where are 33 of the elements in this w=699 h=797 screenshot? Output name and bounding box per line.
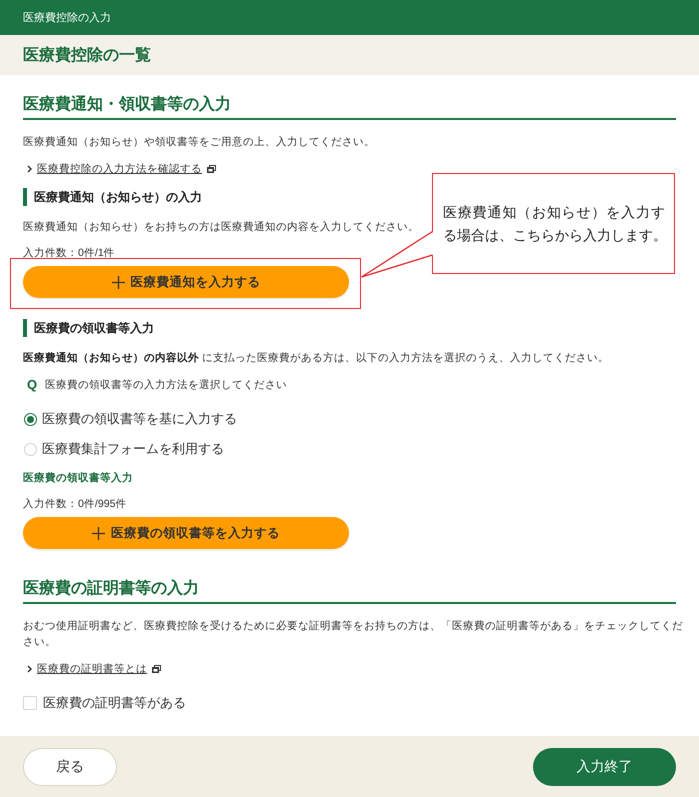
back-button[interactable]: 戻る xyxy=(23,748,117,786)
paragraph-text: おむつ使用証明書など、医療費控除を受けるために必要な証明書等をお持ちの方は、「医療費の証明書等がある」をチェックしてください。 xyxy=(23,619,684,650)
paragraph-text: 医療費通知（お知らせ）の内容以外 に支払った医療費がある方は、以下の入力方法を選択のうえ、入力してください。 xyxy=(23,350,609,366)
add-button[interactable]: 医療費の領収書等を入力する xyxy=(23,517,349,549)
plus-icon xyxy=(112,276,124,288)
header-title: 医療費控除の入力 xyxy=(23,11,111,25)
entry-count-text: 入力件数：0件/995件 xyxy=(23,497,127,512)
radio-label[interactable]: 医療費の領収書等を基に入力する xyxy=(42,409,237,429)
finish-button[interactable]: 入力終了 xyxy=(533,748,676,786)
section-heading: 医療費通知・領収書等の入力 xyxy=(23,95,676,120)
radio-button[interactable] xyxy=(24,412,37,426)
new-window-icon xyxy=(152,665,161,673)
subsection-heading: 医療費通知（お知らせ）の入力 xyxy=(23,188,204,206)
radio-label[interactable]: 医療費集計フォームを利用する xyxy=(42,439,224,459)
new-window-icon xyxy=(207,165,216,173)
entry-count-text: 入力件数：0件/1件 xyxy=(23,246,115,261)
checkbox[interactable] xyxy=(23,696,37,710)
section-heading: 医療費の証明書等の入力 xyxy=(23,579,676,604)
plus-icon xyxy=(92,526,105,540)
page-title: 医療費控除の一覧 xyxy=(23,45,151,66)
callout-text: 医療費通知（お知らせ）を入力する場合は、こちらから入力します。 xyxy=(443,202,668,244)
chevron-right-icon xyxy=(27,165,32,173)
subsection-heading: 医療費の領収書等入力 xyxy=(23,319,156,337)
question-mark-label: Q xyxy=(27,377,38,393)
question-text: 医療費の領収書等の入力方法を選択してください xyxy=(45,378,288,393)
paragraph-text: 医療費通知（お知らせ）をお持ちの方は医療費通知の内容を入力してください。 xyxy=(23,220,419,235)
help-link[interactable]: 医療費控除の入力方法を確認する xyxy=(37,161,202,177)
field-label: 医療費の領収書等入力 xyxy=(23,471,133,486)
chevron-right-icon xyxy=(27,665,32,673)
add-button[interactable]: 医療費通知を入力する xyxy=(23,266,349,298)
paragraph-text: 医療費通知（お知らせ）や領収書等をご用意の上、入力してください。 xyxy=(23,135,375,150)
help-link[interactable]: 医療費の証明書等とは xyxy=(37,661,147,677)
checkbox-label[interactable]: 医療費の証明書等がある xyxy=(43,693,186,713)
